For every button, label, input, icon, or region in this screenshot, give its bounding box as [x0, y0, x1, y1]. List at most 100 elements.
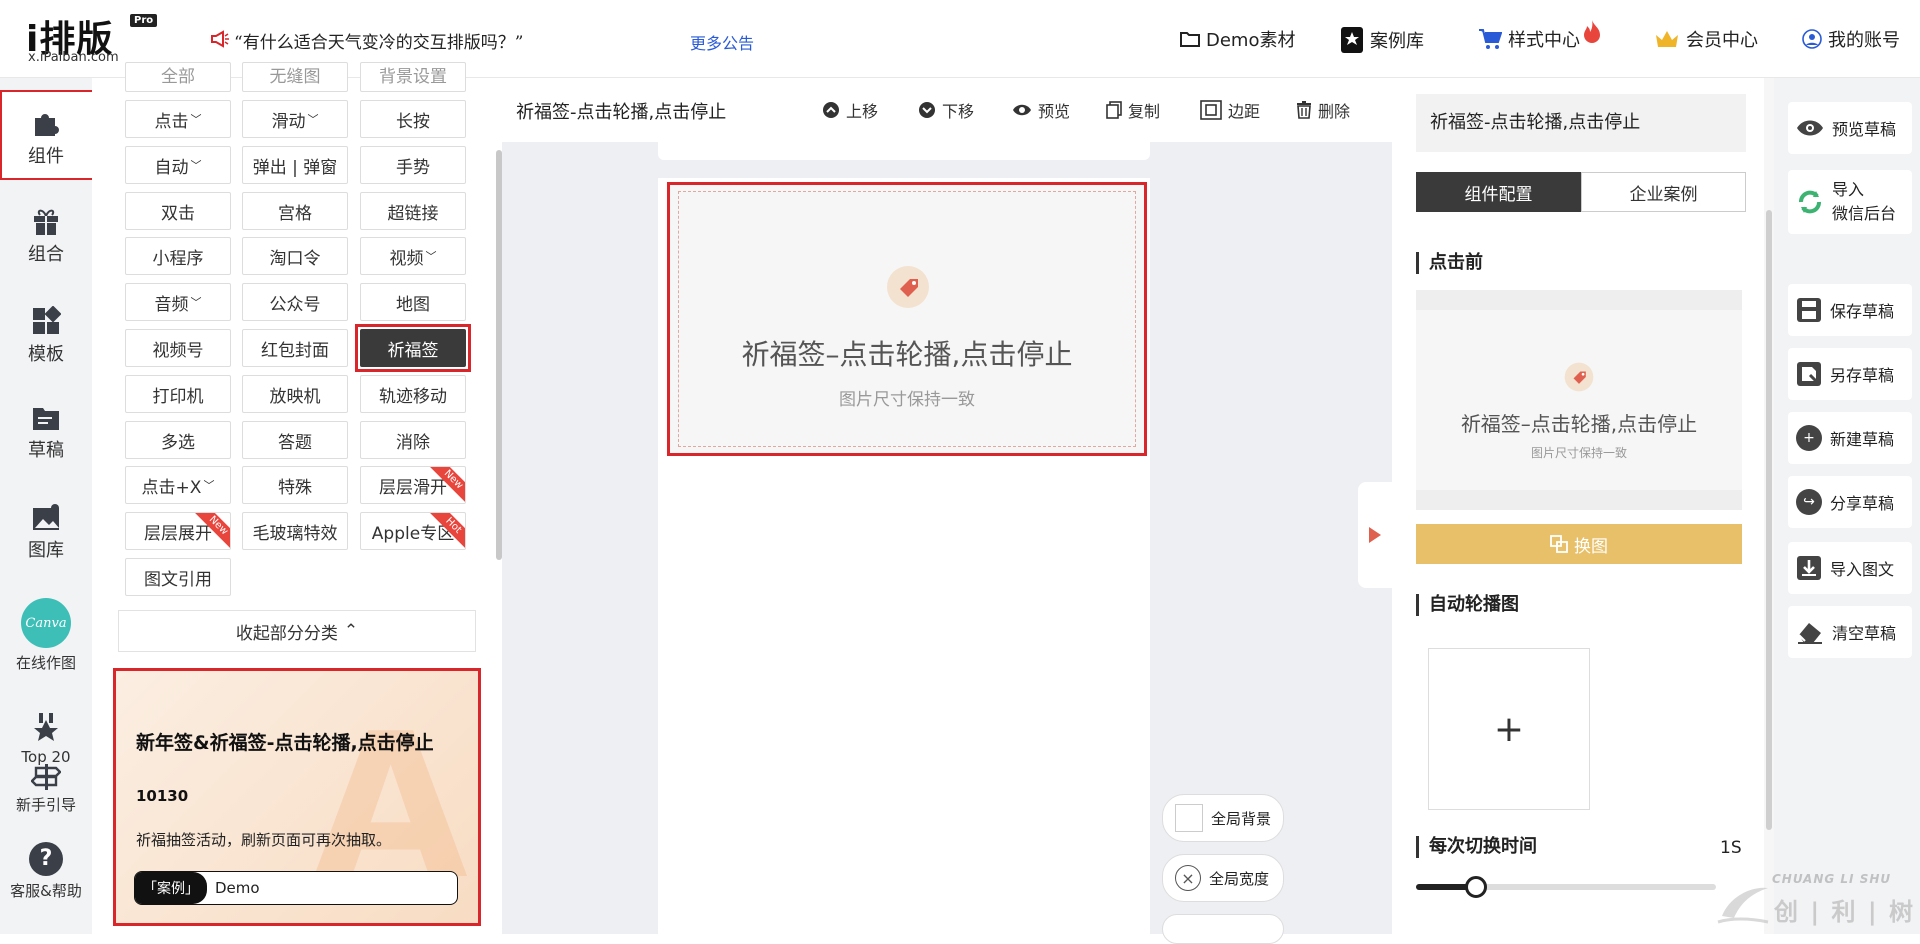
widget-label: 无缝图 — [269, 67, 321, 87]
tab-component-config[interactable]: 组件配置 — [1416, 172, 1581, 212]
widget-button[interactable]: 消除 — [360, 421, 466, 459]
rail-item-templates[interactable]: 模板 — [0, 306, 92, 366]
widget-button[interactable]: 公众号 — [242, 283, 348, 321]
global-width-label: 全局宽度 — [1209, 869, 1270, 888]
rail-item-help[interactable]: ? 客服&帮助 — [0, 842, 92, 901]
before-click-image[interactable]: 祈福签–点击轮播,点击停止 图片尺寸保持一致 — [1416, 290, 1742, 510]
widget-label: 手势 — [396, 157, 430, 178]
global-background-button[interactable]: 全局背景 — [1162, 794, 1284, 842]
widget-label: 点击 — [154, 111, 189, 132]
crown-icon — [1656, 31, 1678, 47]
rail-item-canva[interactable]: Canva 在线作图 — [0, 598, 92, 673]
widget-button[interactable]: 长按 — [360, 100, 466, 138]
more-announcements-link[interactable]: 更多公告 — [690, 30, 754, 54]
caret-right-icon — [1369, 527, 1381, 543]
new-draft-button[interactable]: + 新建草稿 — [1788, 412, 1912, 464]
previous-component-stub[interactable] — [658, 142, 1150, 160]
save-as-icon — [1797, 362, 1821, 386]
widget-button[interactable]: 特殊 — [242, 466, 348, 504]
widget-button[interactable]: 轨迹移动 — [360, 375, 466, 413]
save-as-draft-button[interactable]: 另存草稿 — [1788, 348, 1912, 400]
megaphone-icon — [211, 30, 229, 48]
widget-button[interactable]: 手势 — [360, 146, 466, 184]
widget-button-partial[interactable]: 背景设置 — [360, 62, 466, 92]
section-switch-time: 每次切换时间 — [1416, 836, 1537, 858]
widget-button[interactable]: 点击 ﹀ — [125, 100, 231, 138]
swap-image-button[interactable]: 换图 — [1416, 524, 1742, 564]
widget-button[interactable]: 滑动 ﹀ — [242, 100, 348, 138]
rail-item-gallery[interactable]: 图库 — [0, 504, 92, 562]
clear-draft-button[interactable]: 清空草稿 — [1788, 606, 1912, 658]
widget-button[interactable]: 视频号 — [125, 329, 231, 367]
config-scrollbar[interactable] — [1766, 210, 1772, 830]
nav-demo[interactable]: Demo素材 — [1180, 26, 1295, 52]
save-draft-button[interactable]: 保存草稿 — [1788, 284, 1912, 336]
margin-button[interactable]: 边距 — [1200, 98, 1260, 122]
widget-button[interactable]: 红包封面 — [242, 329, 348, 367]
rail-item-drafts[interactable]: 草稿 — [0, 404, 92, 462]
collapse-panel-toggle[interactable] — [1358, 482, 1392, 588]
move-down-button[interactable]: 下移 — [918, 98, 974, 122]
collapse-categories-button[interactable]: 收起部分分类 ⌃ — [118, 610, 476, 652]
before-click-subtitle: 图片尺寸保持一致 — [1530, 446, 1627, 460]
selected-component[interactable]: 祈福签–点击轮播,点击停止 图片尺寸保持一致 — [667, 182, 1147, 456]
import-wechat-button[interactable]: 导入 微信后台 — [1788, 170, 1912, 234]
global-width-button[interactable]: × 全局宽度 — [1162, 854, 1284, 902]
widget-button-partial[interactable]: 无缝图 — [242, 62, 348, 92]
switch-time-slider-handle[interactable] — [1465, 876, 1487, 898]
copy-button[interactable]: 复制 — [1106, 98, 1160, 122]
announcement-text[interactable]: “有什么适合天气变冷的交互排版吗？” — [234, 28, 523, 53]
widget-button[interactable]: 层层展开 New — [125, 512, 231, 550]
rail-item-top20[interactable]: Top 20 — [0, 712, 92, 766]
widget-button[interactable]: 弹出 | 弹窗 — [242, 146, 348, 184]
widget-label: 宫格 — [278, 203, 312, 224]
widget-button[interactable]: 图文引用 — [125, 558, 231, 596]
widget-label: 小程序 — [152, 248, 204, 269]
promo-card[interactable]: A 新年签&祈福签-点击轮播,点击停止 10130 祈福抽签活动，刷新页面可再次… — [113, 668, 481, 926]
widget-button[interactable]: 点击+X ﹀ — [125, 466, 231, 504]
rail-item-combo[interactable]: 组合 — [0, 206, 92, 266]
widget-button[interactable]: 视频 ﹀ — [360, 237, 466, 275]
promo-description: 祈福抽签活动，刷新页面可再次抽取。 — [136, 831, 392, 849]
delete-button[interactable]: 删除 — [1296, 98, 1350, 122]
import-text-button[interactable]: 导入图文 — [1788, 542, 1912, 594]
promo-demo-button[interactable]: 「案例」 Demo — [134, 871, 458, 905]
widget-button[interactable]: Apple专区 Hot — [360, 512, 466, 550]
widget-button[interactable]: 放映机 — [242, 375, 348, 413]
rail-item-guide[interactable]: 新手引导 — [0, 764, 92, 815]
eye-icon — [1013, 104, 1031, 116]
widget-label: 视频号 — [152, 340, 204, 361]
widget-button[interactable]: 地图 — [360, 283, 466, 321]
nav-style-label: 样式中心 — [1508, 30, 1580, 51]
add-carousel-image-button[interactable]: + — [1428, 648, 1590, 810]
widget-button[interactable]: 音频 ﹀ — [125, 283, 231, 321]
widget-button[interactable]: 打印机 — [125, 375, 231, 413]
widget-button[interactable]: 小程序 — [125, 237, 231, 275]
widget-button[interactable]: 自动 ﹀ — [125, 146, 231, 184]
widget-label: 滑动 — [271, 111, 306, 132]
widget-button[interactable]: 超链接 — [360, 192, 466, 230]
widget-button[interactable]: 淘口令 — [242, 237, 348, 275]
preview-draft-button[interactable]: 预览草稿 — [1788, 102, 1912, 154]
move-up-label: 上移 — [846, 102, 879, 121]
logo-domain: x.iPaiban.com — [28, 50, 119, 65]
preview-button[interactable]: 预览 — [1012, 98, 1070, 122]
widget-button[interactable]: 答题 — [242, 421, 348, 459]
global-settings-button-partial[interactable] — [1162, 914, 1284, 944]
tab-enterprise-cases[interactable]: 企业案例 — [1581, 172, 1746, 212]
widget-button[interactable]: 层层滑开 New — [360, 466, 466, 504]
move-up-button[interactable]: 上移 — [822, 98, 878, 122]
nav-style[interactable]: 样式中心 — [1478, 20, 1602, 52]
share-draft-button[interactable]: ↪ 分享草稿 — [1788, 476, 1912, 528]
widget-button[interactable]: 毛玻璃特效 — [242, 512, 348, 550]
widget-button[interactable]: 宫格 — [242, 192, 348, 230]
nav-account[interactable]: 我的账号 — [1802, 26, 1900, 52]
nav-cases[interactable]: 案例库 — [1340, 26, 1424, 54]
rail-item-components[interactable]: 组件 — [0, 108, 92, 168]
widget-button[interactable]: 多选 — [125, 421, 231, 459]
arrow-down-circle-icon — [919, 102, 935, 118]
widget-button[interactable]: 双击 — [125, 192, 231, 230]
widget-button[interactable]: 祈福签 — [360, 329, 466, 367]
nav-member[interactable]: 会员中心 — [1654, 26, 1758, 52]
widget-button-partial[interactable]: 全部 — [125, 62, 231, 92]
